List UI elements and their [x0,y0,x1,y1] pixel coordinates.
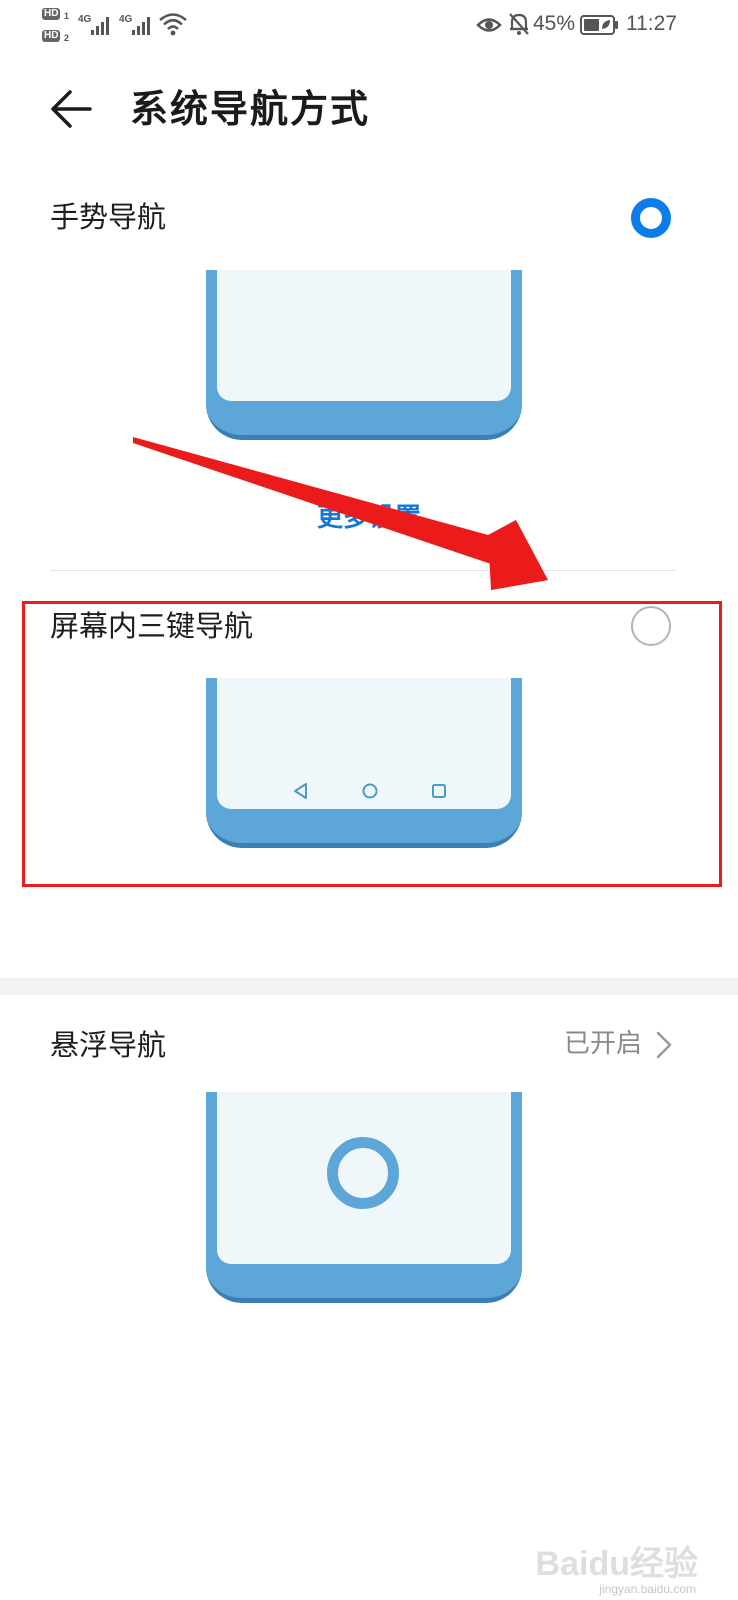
gesture-nav-label[interactable]: 手势导航 [50,199,166,235]
more-settings-link[interactable]: 更多设置 [0,500,738,536]
eye-icon [476,18,502,32]
floating-nav-label[interactable]: 悬浮导航 [50,1027,166,1063]
section-divider [0,978,738,995]
bell-off-icon [509,13,529,35]
gesture-nav-illustration [206,270,522,440]
sim-2-number: 2 [64,33,70,43]
status-bar: HD 1 HD 2 4G 4G 45% 11:27 [0,0,738,50]
sim-1-number: 1 [64,11,70,21]
annotation-highlight-box [22,601,722,887]
floating-button-icon [327,1137,399,1209]
signal-icon [91,17,109,35]
hd-badge-1: HD [42,8,61,20]
floating-nav-status[interactable]: 已开启 [564,1026,642,1062]
gesture-nav-radio[interactable] [631,198,671,238]
back-arrow-icon[interactable] [46,86,98,132]
wifi-icon [159,13,187,36]
watermark-url: jingyan.baidu.com [599,1582,696,1596]
signal-icon [132,17,150,35]
clock: 11:27 [626,12,677,35]
watermark-logo: Baidu经验 [535,1545,698,1583]
page-title: 系统导航方式 [130,87,371,131]
phone-screen [217,270,511,401]
chevron-right-icon[interactable] [654,1030,674,1060]
battery-icon [580,15,618,35]
divider [50,570,676,571]
battery-percent: 45% [533,12,576,35]
hd-badge-2: HD [42,30,61,42]
